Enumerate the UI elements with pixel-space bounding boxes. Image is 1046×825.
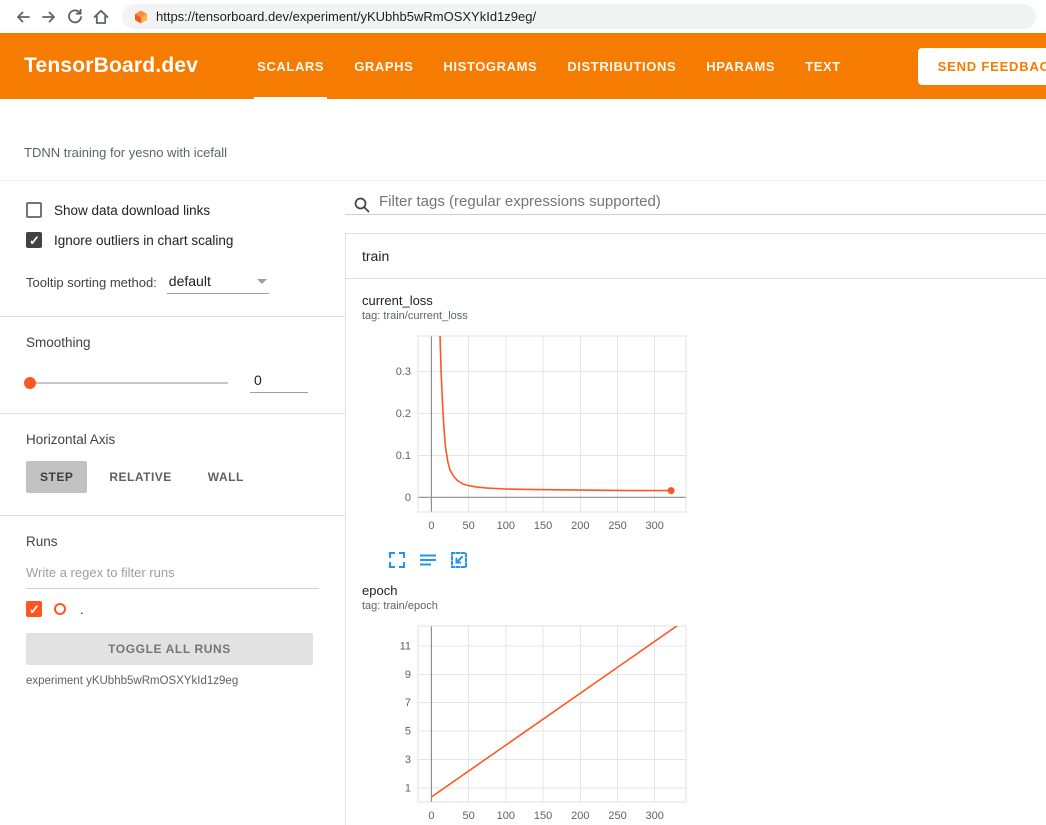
svg-text:250: 250 <box>608 810 626 822</box>
run-color-swatch <box>54 603 66 615</box>
svg-text:100: 100 <box>497 520 515 532</box>
svg-text:9: 9 <box>405 669 411 681</box>
svg-text:300: 300 <box>646 520 664 532</box>
svg-text:150: 150 <box>534 810 552 822</box>
browser-forward-button[interactable] <box>36 4 62 30</box>
browser-home-button[interactable] <box>88 4 114 30</box>
app-header: TensorBoard.dev SCALARS GRAPHS HISTOGRAM… <box>0 33 1046 99</box>
tab-text[interactable]: TEXT <box>790 33 856 99</box>
svg-text:1: 1 <box>405 782 411 794</box>
tensorboard-logo: TensorBoard.dev <box>24 54 198 78</box>
tab-scalars[interactable]: SCALARS <box>242 33 339 99</box>
forward-arrow-icon <box>40 8 58 26</box>
back-arrow-icon <box>14 8 32 26</box>
svg-text:7: 7 <box>405 697 411 709</box>
browser-back-button[interactable] <box>10 4 36 30</box>
chart-current-loss: current_loss tag: train/current_loss 0 0.… <box>362 293 705 569</box>
axis-wall-button[interactable]: WALL <box>194 461 258 493</box>
axis-relative-button[interactable]: RELATIVE <box>95 461 185 493</box>
scalars-main: train current_loss tag: train/current_lo… <box>345 181 1046 825</box>
search-icon <box>353 196 371 214</box>
svg-text:100: 100 <box>497 810 515 822</box>
experiment-subheader: TDNN training for yesno with icefall <box>0 99 1046 180</box>
chevron-down-icon <box>257 279 267 284</box>
show-download-links-checkbox[interactable] <box>26 202 42 218</box>
tensorboard-favicon <box>134 10 148 24</box>
tooltip-sorting-value: default <box>169 273 211 289</box>
svg-text:0: 0 <box>405 492 411 504</box>
svg-text:5: 5 <box>405 726 411 738</box>
runs-label: Runs <box>0 532 345 557</box>
line-chart-plot[interactable]: 1 3 5 7 9 11 0 50 100 150 200 250 300 <box>362 620 705 825</box>
show-download-links-label: Show data download links <box>54 203 210 218</box>
svg-text:0.3: 0.3 <box>396 366 411 378</box>
run-selector-icon[interactable] <box>419 551 437 569</box>
svg-text:0: 0 <box>428 520 434 532</box>
line-chart-plot[interactable]: 0 0.1 0.2 0.3 0 50 100 150 200 250 300 <box>362 330 705 547</box>
chart-title: current_loss <box>362 293 705 308</box>
axis-step-button[interactable]: STEP <box>26 461 87 493</box>
smoothing-slider-thumb[interactable] <box>24 377 36 389</box>
filter-tags-input[interactable] <box>379 193 1046 216</box>
run-list-item[interactable]: . <box>0 589 345 621</box>
expand-chart-icon[interactable] <box>388 551 406 569</box>
svg-text:50: 50 <box>462 520 474 532</box>
smoothing-value-input[interactable] <box>250 372 308 393</box>
main-nav: SCALARS GRAPHS HISTOGRAMS DISTRIBUTIONS … <box>242 33 856 99</box>
tab-distributions[interactable]: DISTRIBUTIONS <box>552 33 691 99</box>
divider <box>0 316 345 317</box>
url-text: https://tensorboard.dev/experiment/yKUbh… <box>156 9 536 24</box>
horizontal-axis-label: Horizontal Axis <box>0 430 345 455</box>
tab-hparams[interactable]: HPARAMS <box>691 33 790 99</box>
refresh-icon <box>66 8 84 26</box>
svg-text:300: 300 <box>646 810 664 822</box>
tooltip-sorting-label: Tooltip sorting method: <box>26 275 157 294</box>
svg-text:3: 3 <box>405 754 411 766</box>
ignore-outliers-checkbox[interactable] <box>26 232 42 248</box>
svg-text:11: 11 <box>400 640 411 652</box>
tab-histograms[interactable]: HISTOGRAMS <box>428 33 552 99</box>
send-feedback-button[interactable]: SEND FEEDBACK <box>918 48 1046 85</box>
browser-refresh-button[interactable] <box>62 4 88 30</box>
svg-text:200: 200 <box>571 520 589 532</box>
divider <box>0 515 345 516</box>
smoothing-slider[interactable] <box>26 382 228 384</box>
svg-text:0.2: 0.2 <box>396 408 411 420</box>
home-icon <box>92 8 110 26</box>
address-bar[interactable]: https://tensorboard.dev/experiment/yKUbh… <box>122 4 1036 29</box>
fit-domain-icon[interactable] <box>450 551 468 569</box>
svg-text:0.1: 0.1 <box>396 450 411 462</box>
chart-title: epoch <box>362 583 705 598</box>
svg-text:50: 50 <box>462 810 474 822</box>
settings-sidebar: Show data download links Ignore outliers… <box>0 181 345 825</box>
smoothing-label: Smoothing <box>0 333 345 358</box>
runs-filter-input[interactable] <box>26 561 319 589</box>
browser-toolbar: https://tensorboard.dev/experiment/yKUbh… <box>0 0 1046 33</box>
tab-graphs[interactable]: GRAPHS <box>339 33 428 99</box>
experiment-id-caption: experiment yKUbhb5wRmOSXYkId1z9eg <box>0 665 345 697</box>
svg-text:200: 200 <box>571 810 589 822</box>
chart-epoch: epoch tag: train/epoch 1 3 5 7 9 11 0 50 100 150 2… <box>362 583 705 825</box>
chart-tag: tag: train/epoch <box>362 600 705 612</box>
svg-text:250: 250 <box>608 520 626 532</box>
svg-text:0: 0 <box>428 810 434 822</box>
run-checkbox[interactable] <box>26 601 42 617</box>
tooltip-sorting-select[interactable]: default <box>167 271 269 294</box>
divider <box>0 413 345 414</box>
run-name: . <box>80 602 84 617</box>
train-group-card: train current_loss tag: train/current_lo… <box>345 233 1046 825</box>
chart-tag: tag: train/current_loss <box>362 310 705 322</box>
group-header-train[interactable]: train <box>346 234 1046 279</box>
svg-text:150: 150 <box>534 520 552 532</box>
toggle-all-runs-button[interactable]: TOGGLE ALL RUNS <box>26 633 313 665</box>
experiment-description: TDNN training for yesno with icefall <box>24 145 1022 160</box>
ignore-outliers-label: Ignore outliers in chart scaling <box>54 233 233 248</box>
